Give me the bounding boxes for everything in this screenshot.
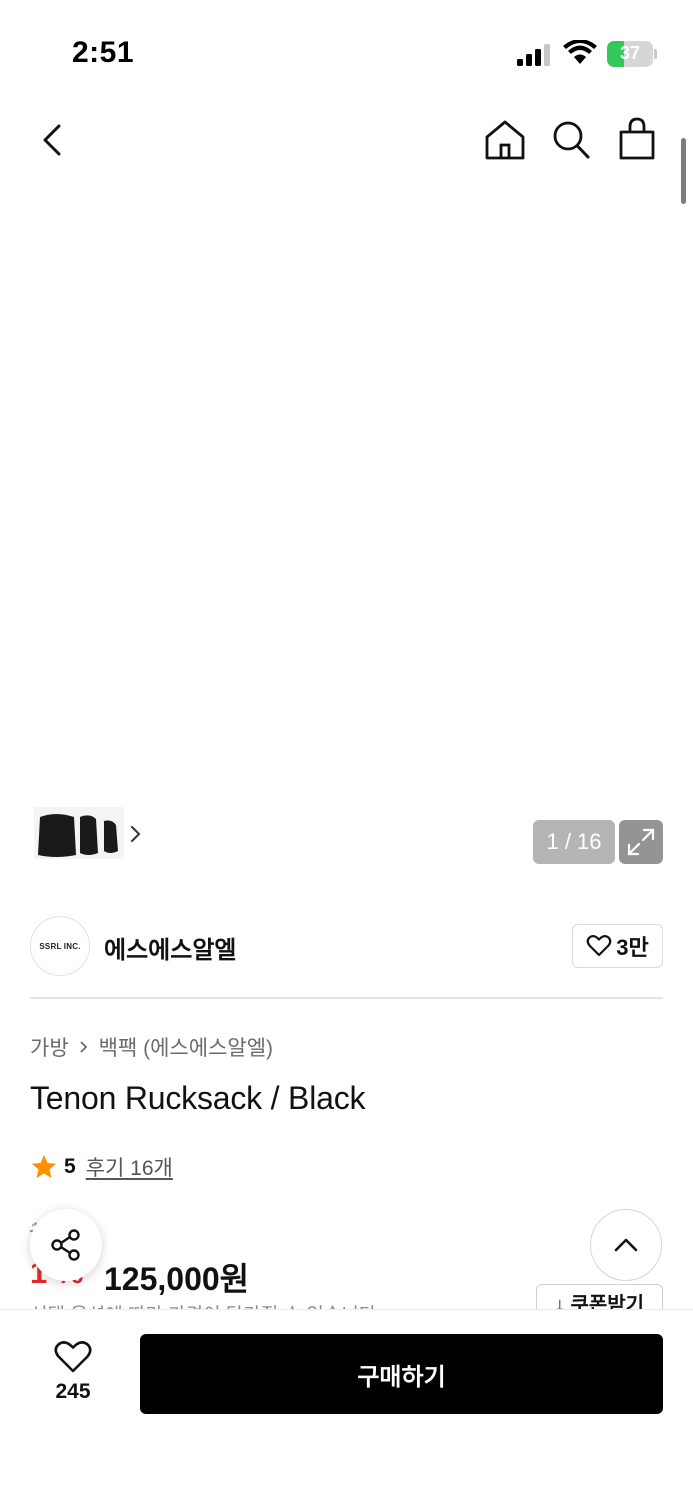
- share-button[interactable]: [30, 1209, 102, 1281]
- heart-icon: [586, 935, 612, 957]
- status-bar: 2:51 37: [0, 0, 693, 100]
- battery-indicator: 37: [607, 41, 657, 67]
- status-time: 2:51: [72, 36, 135, 69]
- home-icon[interactable]: [483, 118, 527, 162]
- star-icon: [32, 1155, 56, 1178]
- shopping-bag-icon[interactable]: [617, 116, 657, 162]
- cellular-signal-icon: [517, 44, 550, 66]
- review-link[interactable]: 후기 16개: [86, 1152, 173, 1182]
- brand-logo-text: SSRL INC.: [39, 941, 81, 951]
- wishlist-button[interactable]: 245: [40, 1340, 106, 1410]
- expand-icon[interactable]: [619, 820, 663, 864]
- brand-logo[interactable]: SSRL INC.: [30, 916, 90, 976]
- chevron-left-icon[interactable]: [34, 118, 74, 162]
- brand-name[interactable]: 에스에스알엘: [104, 930, 236, 965]
- product-thumbnail[interactable]: [34, 807, 124, 859]
- breadcrumb-category[interactable]: 가방: [30, 1032, 69, 1062]
- chevron-right-icon[interactable]: [128, 825, 142, 843]
- breadcrumb: 가방 백팩 (에스에스알엘): [30, 1032, 273, 1062]
- chevron-up-icon: [614, 1238, 638, 1252]
- rating-row: 5 후기 16개: [30, 1152, 173, 1182]
- scroll-indicator[interactable]: [681, 138, 686, 204]
- wishlist-count: 245: [55, 1380, 91, 1403]
- sale-price: 125,000원: [104, 1261, 250, 1297]
- divider: [30, 997, 663, 999]
- brand-like-button[interactable]: 3만: [572, 924, 663, 968]
- rating-value: 5: [64, 1155, 76, 1178]
- battery-text: 37: [619, 43, 641, 63]
- chevron-right-icon: [80, 1041, 87, 1053]
- heart-icon: [54, 1341, 92, 1373]
- wifi-icon: [563, 40, 597, 64]
- brand-like-count: 3만: [616, 935, 649, 960]
- product-title: Tenon Rucksack / Black: [30, 1080, 366, 1116]
- search-icon[interactable]: [550, 118, 592, 162]
- scroll-top-button[interactable]: [590, 1209, 662, 1281]
- image-counter: 1 / 16: [533, 820, 615, 864]
- buy-button[interactable]: 구매하기: [140, 1334, 663, 1414]
- share-icon: [51, 1229, 80, 1261]
- product-image[interactable]: [100, 180, 590, 880]
- breadcrumb-subcategory[interactable]: 백팩 (에스에스알엘): [99, 1032, 273, 1062]
